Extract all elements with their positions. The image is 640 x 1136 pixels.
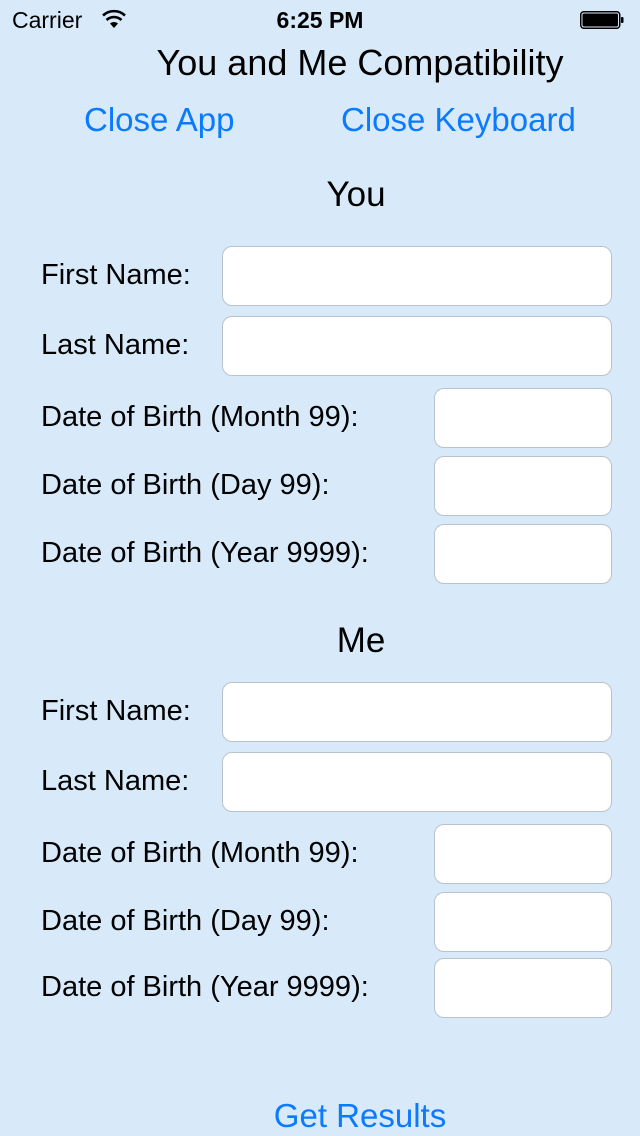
me-section-heading: Me bbox=[336, 621, 386, 660]
me-first-name-label: First Name: bbox=[41, 695, 191, 727]
status-time: 6:25 PM bbox=[276, 7, 364, 33]
you-section-heading: You bbox=[326, 175, 386, 214]
you-last-name-label: Last Name: bbox=[41, 329, 190, 361]
status-bar: Carrier 6:25 PM bbox=[0, 0, 640, 40]
me-last-name-label: Last Name: bbox=[41, 765, 190, 797]
get-results-button[interactable]: Get Results bbox=[0, 1097, 640, 1135]
me-last-name-input[interactable] bbox=[222, 752, 612, 812]
app-title: You and Me Compatibility bbox=[156, 42, 564, 83]
me-first-name-input[interactable] bbox=[222, 682, 612, 742]
battery-icon bbox=[580, 11, 624, 29]
me-birth-year-label: Date of Birth (Year 9999): bbox=[41, 971, 369, 1003]
me-birth-day-label: Date of Birth (Day 99): bbox=[41, 905, 330, 937]
you-last-name-input[interactable] bbox=[222, 316, 612, 376]
you-birth-day-input[interactable] bbox=[434, 456, 612, 516]
you-first-name-input[interactable] bbox=[222, 246, 612, 306]
you-first-name-label: First Name: bbox=[41, 259, 191, 291]
me-birth-month-input[interactable] bbox=[434, 824, 612, 884]
me-birth-year-input[interactable] bbox=[434, 958, 612, 1018]
close-app-button[interactable]: Close App bbox=[84, 101, 234, 139]
you-birth-year-input[interactable] bbox=[434, 524, 612, 584]
you-birth-year-label: Date of Birth (Year 9999): bbox=[41, 537, 369, 569]
me-birth-day-input[interactable] bbox=[434, 892, 612, 952]
you-birth-month-input[interactable] bbox=[434, 388, 612, 448]
you-birth-month-label: Date of Birth (Month 99): bbox=[41, 401, 359, 433]
close-keyboard-button[interactable]: Close Keyboard bbox=[341, 101, 576, 139]
me-birth-month-label: Date of Birth (Month 99): bbox=[41, 837, 359, 869]
you-birth-day-label: Date of Birth (Day 99): bbox=[41, 469, 330, 501]
